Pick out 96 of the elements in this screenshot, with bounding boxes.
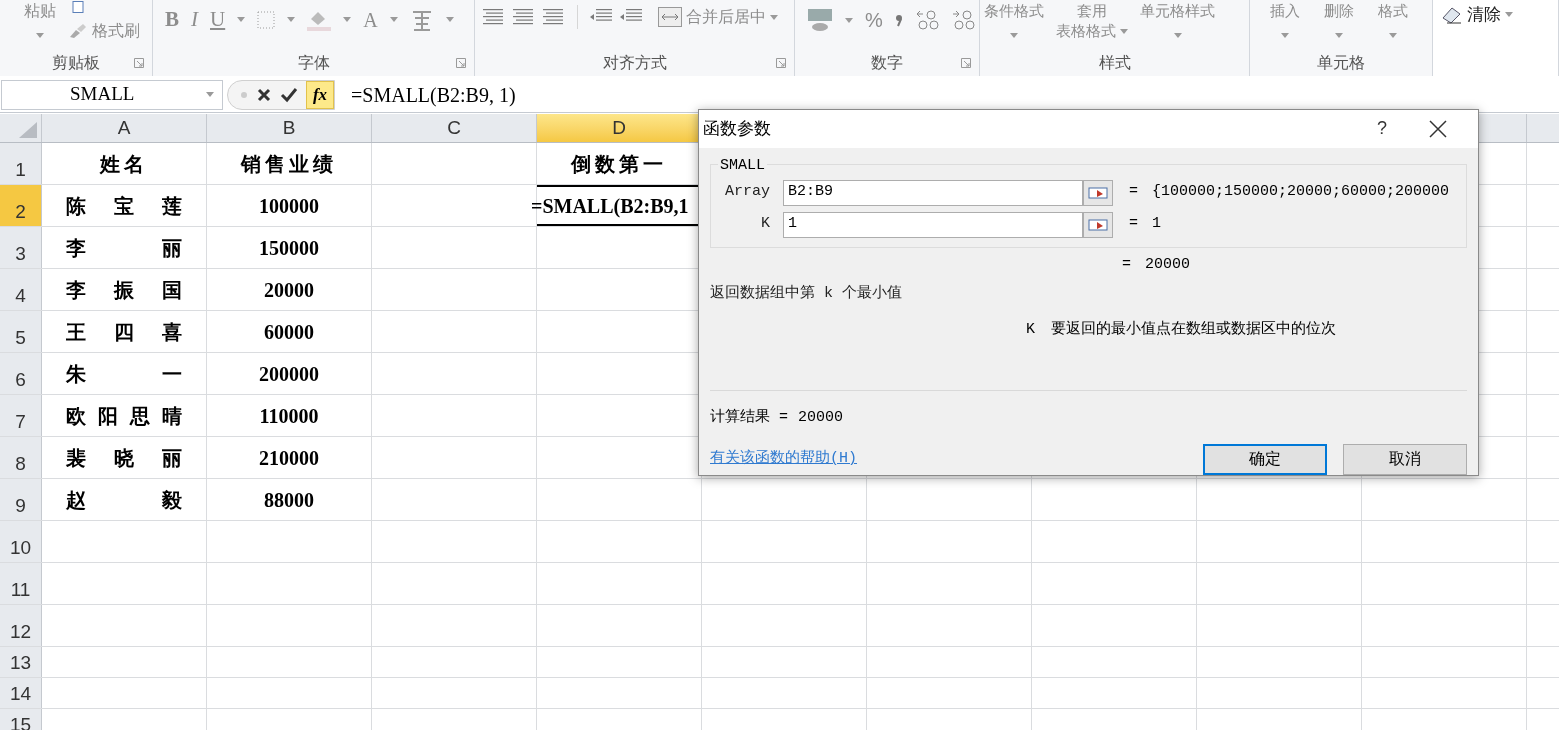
table-cell-text: 李振国 — [66, 277, 182, 303]
equals-sign: = — [1129, 214, 1138, 235]
table-cell-text: 李丽 — [66, 235, 182, 261]
table-cell-text: 60000 — [264, 319, 314, 345]
row-header[interactable]: 2 — [0, 185, 42, 226]
row-header[interactable]: 4 — [0, 269, 42, 310]
argument-value: B2:B9 — [788, 182, 833, 203]
cancel-icon[interactable] — [256, 86, 272, 103]
caret-icon — [845, 17, 853, 23]
table-cell-text: 倒数第一 — [571, 151, 667, 177]
row-header[interactable]: 3 — [0, 227, 42, 268]
caret-icon — [445, 17, 454, 23]
result-value: 20000 — [798, 407, 844, 428]
table-cell-text: 赵毅 — [66, 487, 182, 513]
caret-icon — [237, 17, 246, 23]
clear-button[interactable]: 清除 — [1441, 2, 1513, 28]
brush-icon — [68, 23, 88, 39]
argument-field[interactable]: B2:B9 — [783, 179, 1083, 206]
column-header[interactable]: A — [42, 114, 207, 142]
row-header[interactable]: 5 — [0, 311, 42, 352]
table-cell-text: 150000 — [259, 235, 319, 261]
merge-cells-icon — [658, 7, 682, 27]
table-cell-text: 100000 — [259, 193, 319, 219]
caret-icon — [287, 17, 296, 23]
argument-label: Array — [724, 182, 770, 203]
range-select-icon[interactable] — [1083, 179, 1113, 206]
argument-result: 1 — [1152, 214, 1162, 235]
table-cell-text: 陈宝莲 — [66, 193, 182, 219]
argument-result: {100000;150000;20000;60000;200000 — [1152, 182, 1450, 203]
table-cell-text: 200000 — [259, 361, 319, 387]
formula-result: 20000 — [1145, 255, 1191, 276]
table-cell-text: 210000 — [259, 445, 319, 471]
row-header[interactable]: 6 — [0, 353, 42, 394]
formula-input[interactable]: =SMALL(B2:B9, 1) — [351, 79, 516, 110]
caret-icon — [1389, 33, 1397, 38]
argument-field[interactable]: 1 — [783, 211, 1083, 238]
caret-icon — [1010, 33, 1018, 38]
dialog-title: 函数参数 — [703, 118, 772, 140]
row-header[interactable]: 7 — [0, 395, 42, 436]
row-header[interactable]: 1 — [0, 143, 42, 184]
result-label: 计算结果 = — [710, 407, 788, 428]
check-icon[interactable] — [280, 86, 298, 103]
range-select-icon[interactable] — [1083, 211, 1113, 238]
row-header[interactable]: 10 — [0, 521, 42, 562]
group-label: 剪贴板 — [52, 53, 100, 73]
row-header[interactable]: 13 — [0, 647, 42, 677]
table-cell-text: 88000 — [264, 487, 314, 513]
group-label: 数字 — [871, 53, 903, 73]
caret-icon — [1335, 33, 1343, 38]
caret-icon — [389, 17, 398, 23]
table-cell-text: 朱一 — [66, 361, 182, 387]
group-label: 字体 — [297, 53, 330, 73]
button-label: 表格格式 — [1056, 21, 1116, 41]
button-label: 套用 — [1077, 1, 1107, 21]
table-cell-text: 110000 — [259, 403, 319, 429]
table-cell-text: 王四喜 — [66, 319, 182, 345]
caret-icon — [1281, 33, 1289, 38]
table-cell-text: 销售业绩 — [241, 151, 337, 177]
table-cell-text: =SMALL(B2:B9,1 — [531, 193, 689, 220]
row-header[interactable]: 9 — [0, 479, 42, 520]
function-description: 返回数据组中第 k 个最小值 — [710, 283, 903, 304]
row-header[interactable]: 11 — [0, 563, 42, 604]
name-box[interactable]: SMALL — [1, 79, 223, 110]
help-link[interactable]: 有关该函数的帮助(H) — [710, 448, 1187, 471]
argument-name: K — [1026, 320, 1035, 340]
equals-sign: = — [1122, 255, 1131, 276]
caret-icon — [1120, 28, 1128, 34]
group-label: 单元格 — [1317, 53, 1365, 73]
row-header[interactable]: 15 — [0, 709, 42, 730]
caret-icon — [770, 14, 778, 20]
caret-icon — [36, 33, 44, 38]
argument-value: 1 — [788, 214, 797, 235]
column-header[interactable]: B — [207, 114, 372, 142]
row-header[interactable]: 8 — [0, 437, 42, 478]
dialog-button[interactable]: 确定 — [1203, 444, 1327, 475]
caret-icon — [1505, 12, 1513, 18]
table-cell-text: 裴晓丽 — [66, 445, 182, 471]
row-header[interactable]: 12 — [0, 605, 42, 646]
equals-sign: = — [1129, 182, 1138, 203]
argument-help: 要返回的最小值点在数组或数据区中的位次 — [1051, 319, 1336, 340]
insert-function-button[interactable]: fx — [306, 80, 334, 109]
caret-icon — [206, 92, 214, 97]
name-box-value: SMALL — [69, 82, 135, 107]
group-label: 对齐方式 — [602, 53, 667, 73]
table-cell-text: 姓名 — [100, 151, 148, 177]
row-header[interactable]: 14 — [0, 678, 42, 708]
caret-icon — [1173, 33, 1182, 38]
help-button[interactable]: ? — [1362, 115, 1402, 143]
argument-label: K — [760, 214, 770, 235]
table-cell-text: 20000 — [264, 277, 314, 303]
caret-icon — [343, 17, 352, 23]
dialog-button[interactable]: 取消 — [1343, 444, 1467, 475]
eraser-icon — [1441, 5, 1463, 24]
table-cell-text: 欧阳思晴 — [66, 403, 182, 429]
close-icon[interactable] — [1429, 119, 1447, 138]
group-label: 样式 — [1098, 53, 1131, 73]
